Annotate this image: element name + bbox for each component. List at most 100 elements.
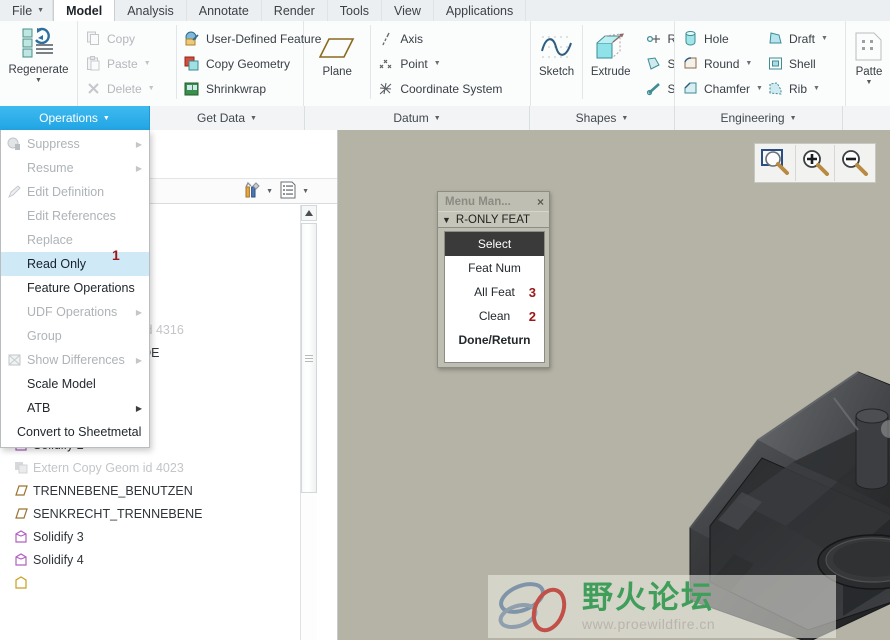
tab-tools[interactable]: Tools (328, 0, 382, 21)
zoom-area-button[interactable] (757, 145, 796, 181)
revolve-button[interactable]: Revolve (639, 26, 674, 51)
scroll-up-arrow-icon[interactable] (301, 205, 317, 221)
3d-model-viewport[interactable] (338, 130, 890, 640)
menu-item-feature-operations[interactable]: Feature Operations (1, 276, 149, 300)
tree-item-row-partial[interactable] (0, 571, 302, 594)
group-title-get-data[interactable]: Get Data ▼ (150, 106, 305, 130)
menu-item-convert-to-sheetmetal[interactable]: Convert to Sheetmetal (1, 420, 149, 444)
swept-blend-button[interactable]: Swept Blend (639, 76, 674, 101)
tree-item-row[interactable]: TRENNEBENE_BENUTZEN (0, 479, 302, 502)
zoom-in-icon (800, 148, 830, 179)
extrude-button[interactable]: Extrude (583, 21, 639, 78)
tab-analysis[interactable]: Analysis (115, 0, 187, 21)
round-button[interactable]: Round ▼ (675, 51, 760, 76)
tree-columns-icon (279, 181, 297, 202)
paste-button[interactable]: Paste ▼ (78, 51, 176, 76)
tab-model[interactable]: Model (53, 0, 116, 21)
copy-geometry-button[interactable]: Copy Geometry (177, 51, 303, 76)
shell-button[interactable]: Shell (760, 51, 845, 76)
no-icon (7, 400, 27, 416)
tree-item-row[interactable]: Solidify 4 (0, 548, 302, 571)
chevron-down-icon: ▼ (102, 114, 110, 122)
operations-dropdown-menu: Suppress ▶ Resume ▶ Edit Definition Edit… (0, 130, 150, 448)
shrinkwrap-button[interactable]: Shrinkwrap (177, 76, 303, 101)
group-title-operations-label: Operations (39, 111, 98, 125)
menu-item-group[interactable]: Group (1, 324, 149, 348)
settings-tools-button[interactable]: ▼ (243, 181, 273, 202)
menu-item-udf-operations[interactable]: UDF Operations ▶ (1, 300, 149, 324)
tree-columns-button[interactable]: ▼ (279, 181, 309, 202)
tree-item-row[interactable]: SENKRECHT_TRENNEBENE (0, 502, 302, 525)
menu-manager-item-clean-label: Clean (478, 309, 511, 323)
tab-file[interactable]: File ▼ (0, 0, 54, 21)
group-title-shapes[interactable]: Shapes ▼ (530, 106, 675, 130)
user-defined-feature-button[interactable]: User-Defined Feature (177, 26, 321, 51)
sketch-button[interactable]: Sketch (531, 21, 582, 78)
group-title-pattern[interactable] (843, 106, 890, 130)
group-title-operations[interactable]: Operations ▼ (0, 106, 150, 130)
plane-button[interactable]: Plane (304, 21, 370, 78)
datum-stack: Axis Point ▼ Coordinate System (371, 21, 530, 101)
callout-number-2: 2 (528, 308, 536, 324)
axis-button[interactable]: Axis (371, 26, 530, 51)
zoom-out-button[interactable] (835, 145, 873, 181)
regenerate-button[interactable]: Regenerate ▼ (0, 21, 77, 85)
engineering-right-stack: Draft ▼ Shell Rib ▼ (760, 21, 845, 101)
watermark-text: 野火论坛 www.proewildfire.cn (582, 581, 715, 632)
model-tree-scrollbar[interactable] (300, 205, 317, 640)
menu-item-edit-definition[interactable]: Edit Definition (1, 180, 149, 204)
round-label: Round (704, 56, 740, 71)
menu-item-scale-model-label: Scale Model (27, 377, 96, 391)
chamfer-button[interactable]: Chamfer ▼ (675, 76, 763, 101)
ribbon-group-title-bar: Operations ▼ Get Data ▼ Datum ▼ Shapes ▼… (0, 106, 890, 131)
hole-button[interactable]: Hole (675, 26, 760, 51)
shell-icon (766, 55, 784, 73)
point-button[interactable]: Point ▼ (371, 51, 530, 76)
menu-item-scale-model[interactable]: Scale Model (1, 372, 149, 396)
tab-annotate-label: Annotate (198, 3, 249, 18)
menu-manager-item-select[interactable]: Select (445, 232, 544, 256)
menu-item-resume[interactable]: Resume ▶ (1, 156, 149, 180)
group-title-engineering[interactable]: Engineering ▼ (675, 106, 843, 130)
menu-manager-item-done-return-label: Done/Return (458, 333, 531, 347)
sweep-button[interactable]: Sweep ▼ (639, 51, 674, 76)
group-title-datum[interactable]: Datum ▼ (305, 106, 530, 130)
tab-render[interactable]: Render (262, 0, 328, 21)
coordinate-system-button[interactable]: Coordinate System (371, 76, 530, 101)
menu-item-suppress[interactable]: Suppress ▶ (1, 132, 149, 156)
close-icon[interactable]: × (537, 195, 544, 209)
tree-item-row[interactable]: Extern Copy Geom id 4023 (0, 456, 302, 479)
paste-label: Paste (107, 56, 138, 71)
menu-manager-submenu-title: R-ONLY FEAT (455, 213, 531, 226)
menu-manager-item-done-return[interactable]: Done/Return (445, 328, 544, 352)
menu-manager-titlebar[interactable]: Menu Man... × (438, 192, 549, 211)
extrude-icon (595, 31, 627, 65)
no-icon (7, 280, 27, 296)
menu-manager-item-all-feat[interactable]: All Feat 3 (445, 280, 544, 304)
tab-applications[interactable]: Applications (434, 0, 527, 21)
tree-item-row[interactable]: Solidify 3 (0, 525, 302, 548)
pattern-button[interactable]: Patte ▼ (846, 21, 890, 87)
tab-annotate[interactable]: Annotate (187, 0, 262, 21)
menu-manager-item-feat-num-label: Feat Num (468, 261, 521, 275)
menu-item-atb[interactable]: ATB ▶ (1, 396, 149, 420)
draft-button[interactable]: Draft ▼ (760, 26, 845, 51)
scrollbar-thumb[interactable] (301, 223, 317, 493)
menu-manager-item-feat-num[interactable]: Feat Num (445, 256, 544, 280)
no-icon (7, 208, 27, 224)
chevron-right-icon: ▶ (135, 163, 142, 173)
rib-button[interactable]: Rib ▼ (760, 76, 845, 101)
menu-item-edit-references[interactable]: Edit References (1, 204, 149, 228)
menu-item-replace[interactable]: Replace (1, 228, 149, 252)
tab-view[interactable]: View (382, 0, 434, 21)
menu-item-show-differences[interactable]: Show Differences ▶ (1, 348, 149, 372)
graphics-area[interactable]: 野火论坛 www.proewildfire.cn (338, 130, 890, 640)
zoom-in-button[interactable] (796, 145, 835, 181)
menu-manager-item-clean[interactable]: Clean 2 (445, 304, 544, 328)
delete-button[interactable]: Delete ▼ (78, 76, 176, 101)
copy-button[interactable]: Copy (78, 26, 176, 51)
plane-icon (319, 33, 355, 65)
menu-item-read-only[interactable]: Read Only (1, 252, 149, 276)
menu-manager-submenu-header[interactable]: ▼ R-ONLY FEAT (438, 211, 549, 228)
ribbon: Regenerate ▼ Copy Paste ▼ Delete ▼ User-… (0, 21, 890, 107)
